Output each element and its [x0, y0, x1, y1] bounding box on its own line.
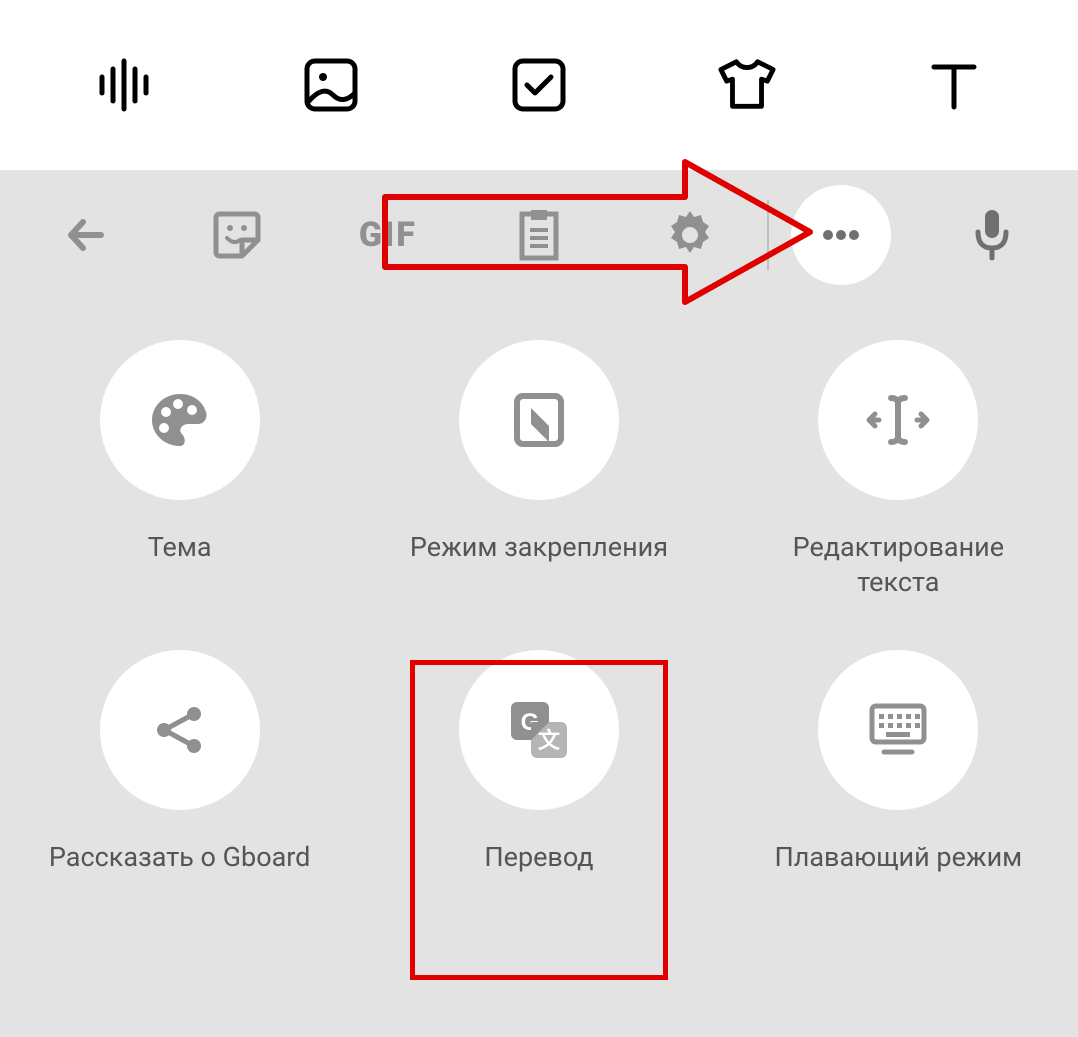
text-tool-icon[interactable]	[924, 55, 984, 115]
microphone-button[interactable]	[942, 185, 1042, 285]
options-grid: Тема Режим закрепления Редактирование те…	[0, 300, 1078, 875]
gif-button[interactable]: GIF	[338, 185, 438, 285]
pin-mode-option[interactable]: Режим закрепления	[389, 340, 689, 600]
translate-icon: G 文	[459, 650, 619, 810]
text-cursor-icon	[818, 340, 978, 500]
image-icon[interactable]	[301, 55, 361, 115]
keyboard-panel: GIF	[0, 170, 1078, 1037]
palette-icon	[100, 340, 260, 500]
share-option[interactable]: Рассказать о Gboard	[30, 650, 330, 875]
floating-keyboard-icon	[818, 650, 978, 810]
clipboard-button[interactable]	[489, 185, 589, 285]
more-button[interactable]	[791, 185, 891, 285]
sticker-button[interactable]	[187, 185, 287, 285]
translate-label: Перевод	[484, 840, 593, 875]
checkbox-icon[interactable]	[509, 55, 569, 115]
share-icon	[100, 650, 260, 810]
keyboard-toolbar: GIF	[0, 170, 1078, 300]
theme-label: Тема	[148, 530, 212, 565]
floating-mode-option[interactable]: Плавающий режим	[748, 650, 1048, 875]
sound-wave-icon[interactable]	[94, 55, 154, 115]
translate-option[interactable]: G 文 Перевод	[389, 650, 689, 875]
settings-button[interactable]	[640, 185, 740, 285]
theme-option[interactable]: Тема	[30, 340, 330, 600]
back-button[interactable]	[36, 185, 136, 285]
text-edit-label: Редактирование текста	[748, 530, 1048, 600]
share-label: Рассказать о Gboard	[49, 840, 311, 875]
app-top-bar	[0, 0, 1078, 170]
pin-icon	[459, 340, 619, 500]
text-edit-option[interactable]: Редактирование текста	[748, 340, 1048, 600]
toolbar-divider	[767, 200, 769, 270]
pin-mode-label: Режим закрепления	[410, 530, 668, 565]
svg-text:文: 文	[538, 728, 561, 753]
tshirt-icon[interactable]	[717, 55, 777, 115]
floating-mode-label: Плавающий режим	[774, 840, 1022, 875]
gif-label: GIF	[359, 215, 417, 255]
